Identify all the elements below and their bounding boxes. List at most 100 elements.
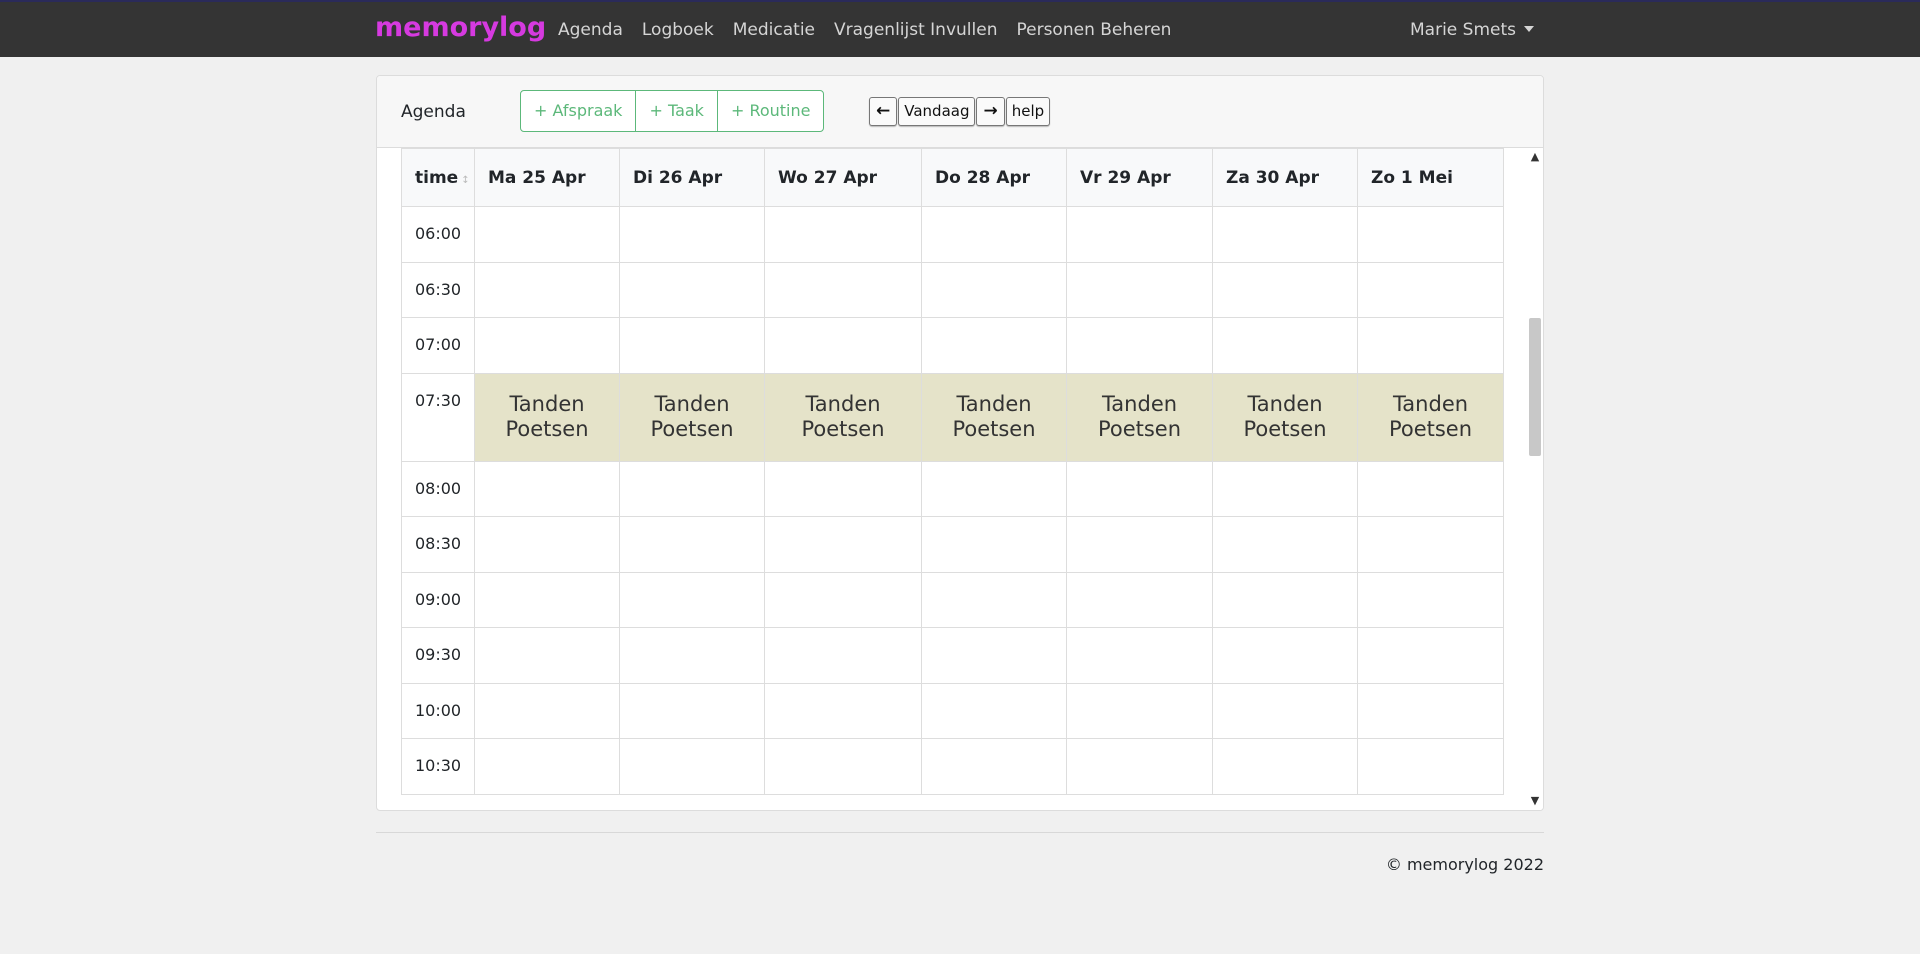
scroll-down-icon[interactable]: ▼ xyxy=(1528,794,1542,808)
calendar-scroll-area[interactable]: time ↕ Ma 25 Apr Di 26 Apr Wo 27 Apr Do 2… xyxy=(377,148,1526,810)
calendar-cell[interactable] xyxy=(921,206,1067,263)
calendar-cell[interactable] xyxy=(474,460,620,517)
calendar-cell[interactable] xyxy=(1212,460,1358,517)
vertical-scrollbar[interactable]: ▲ ▼ xyxy=(1526,148,1543,810)
add-afspraak-button[interactable]: + Afspraak xyxy=(520,90,637,132)
user-menu-dropdown[interactable]: Marie Smets xyxy=(1410,20,1534,40)
event-tanden-poetsen[interactable]: Tanden Poetsen xyxy=(619,372,765,462)
nav-link-vragenlijst[interactable]: Vragenlijst Invullen xyxy=(834,20,997,40)
calendar-cell[interactable] xyxy=(619,460,765,517)
calendar-cell[interactable] xyxy=(1066,627,1213,684)
calendar-cell[interactable] xyxy=(1212,516,1358,573)
calendar-cell[interactable] xyxy=(474,516,620,573)
next-week-button[interactable]: → xyxy=(976,97,1005,126)
scroll-up-icon[interactable]: ▲ xyxy=(1528,150,1542,164)
calendar-cell[interactable] xyxy=(921,627,1067,684)
calendar-cell[interactable] xyxy=(764,682,922,739)
calendar-cell[interactable] xyxy=(764,206,922,263)
calendar-cell[interactable] xyxy=(1357,317,1504,374)
caret-down-icon xyxy=(1524,26,1534,32)
scrollbar-thumb[interactable] xyxy=(1529,318,1541,456)
calendar-cell[interactable] xyxy=(921,460,1067,517)
calendar-cell[interactable] xyxy=(1066,317,1213,374)
nav-link-personen[interactable]: Personen Beheren xyxy=(1016,20,1171,40)
calendar-cell[interactable] xyxy=(619,516,765,573)
time-slot-row: 08:30 xyxy=(401,516,1504,573)
nav-link-agenda[interactable]: Agenda xyxy=(558,20,623,40)
calendar-cell[interactable] xyxy=(474,317,620,374)
calendar-cell[interactable] xyxy=(619,682,765,739)
calendar-cell[interactable] xyxy=(474,571,620,628)
calendar-navigation: ← Vandaag → help xyxy=(869,97,1051,126)
calendar-cell[interactable] xyxy=(764,738,922,795)
calendar-cell[interactable] xyxy=(1066,516,1213,573)
calendar-cell[interactable] xyxy=(921,317,1067,374)
calendar-cell[interactable] xyxy=(1066,682,1213,739)
calendar-cell[interactable] xyxy=(619,738,765,795)
calendar-cell[interactable] xyxy=(619,317,765,374)
calendar-cell[interactable] xyxy=(619,261,765,318)
add-taak-button[interactable]: + Taak xyxy=(635,90,718,132)
calendar-cell[interactable] xyxy=(1066,460,1213,517)
calendar-cell[interactable] xyxy=(921,682,1067,739)
calendar-cell[interactable] xyxy=(1066,738,1213,795)
prev-week-button[interactable]: ← xyxy=(869,97,898,126)
calendar-cell[interactable] xyxy=(1066,261,1213,318)
calendar-cell[interactable] xyxy=(764,460,922,517)
calendar-cell[interactable] xyxy=(1357,571,1504,628)
add-button-group: + Afspraak + Taak + Routine xyxy=(520,90,825,132)
calendar-cell[interactable] xyxy=(474,627,620,684)
event-tanden-poetsen[interactable]: Tanden Poetsen xyxy=(764,372,922,462)
calendar-cell[interactable] xyxy=(764,261,922,318)
brand-logo[interactable]: memorylog xyxy=(375,12,546,43)
calendar-cell[interactable] xyxy=(921,738,1067,795)
calendar-cell[interactable] xyxy=(1066,571,1213,628)
event-tanden-poetsen[interactable]: Tanden Poetsen xyxy=(1357,372,1504,462)
calendar-cell[interactable] xyxy=(1357,261,1504,318)
calendar-cell[interactable] xyxy=(1357,206,1504,263)
add-routine-button[interactable]: + Routine xyxy=(716,90,825,132)
calendar-cell[interactable] xyxy=(764,571,922,628)
calendar-cell[interactable] xyxy=(1357,460,1504,517)
calendar-cell[interactable] xyxy=(474,261,620,318)
calendar-cell[interactable] xyxy=(764,627,922,684)
calendar-cell[interactable] xyxy=(921,516,1067,573)
nav-link-logboek[interactable]: Logboek xyxy=(642,20,714,40)
day-header: Zo 1 Mei xyxy=(1357,148,1504,207)
calendar-cell[interactable] xyxy=(1212,206,1358,263)
event-tanden-poetsen[interactable]: Tanden Poetsen xyxy=(1212,372,1358,462)
calendar-cell[interactable] xyxy=(1357,516,1504,573)
calendar-body: 06:00 06:30 07:00 07:30 Tanden Poetsen Tanden… xyxy=(401,206,1504,795)
calendar-cell[interactable] xyxy=(619,627,765,684)
calendar-cell[interactable] xyxy=(1212,682,1358,739)
today-button[interactable]: Vandaag xyxy=(898,97,976,126)
event-tanden-poetsen[interactable]: Tanden Poetsen xyxy=(474,372,620,462)
calendar-cell[interactable] xyxy=(1212,317,1358,374)
time-slot-row: 06:00 xyxy=(401,206,1504,263)
calendar-cell[interactable] xyxy=(619,206,765,263)
event-tanden-poetsen[interactable]: Tanden Poetsen xyxy=(921,372,1067,462)
calendar-cell[interactable] xyxy=(764,516,922,573)
calendar-cell[interactable] xyxy=(1066,206,1213,263)
calendar-cell[interactable] xyxy=(619,571,765,628)
calendar-cell[interactable] xyxy=(1357,627,1504,684)
calendar-cell[interactable] xyxy=(921,571,1067,628)
calendar-cell[interactable] xyxy=(474,206,620,263)
nav-link-medicatie[interactable]: Medicatie xyxy=(733,20,815,40)
calendar-cell[interactable] xyxy=(474,682,620,739)
calendar-cell[interactable] xyxy=(474,738,620,795)
event-tanden-poetsen[interactable]: Tanden Poetsen xyxy=(1066,372,1213,462)
calendar-cell[interactable] xyxy=(1212,261,1358,318)
calendar-cell[interactable] xyxy=(921,261,1067,318)
time-column-header[interactable]: time ↕ xyxy=(401,148,475,207)
calendar-cell[interactable] xyxy=(1212,627,1358,684)
help-button[interactable]: help xyxy=(1005,97,1051,126)
calendar-cell[interactable] xyxy=(1357,682,1504,739)
calendar-cell[interactable] xyxy=(1212,571,1358,628)
navbar: memorylog Agenda Logboek Medicatie Vrage… xyxy=(0,2,1920,57)
calendar-cell[interactable] xyxy=(1212,738,1358,795)
calendar-cell[interactable] xyxy=(764,317,922,374)
calendar-cell[interactable] xyxy=(1357,738,1504,795)
time-slot-label: 08:00 xyxy=(401,460,475,517)
day-header: Di 26 Apr xyxy=(619,148,765,207)
